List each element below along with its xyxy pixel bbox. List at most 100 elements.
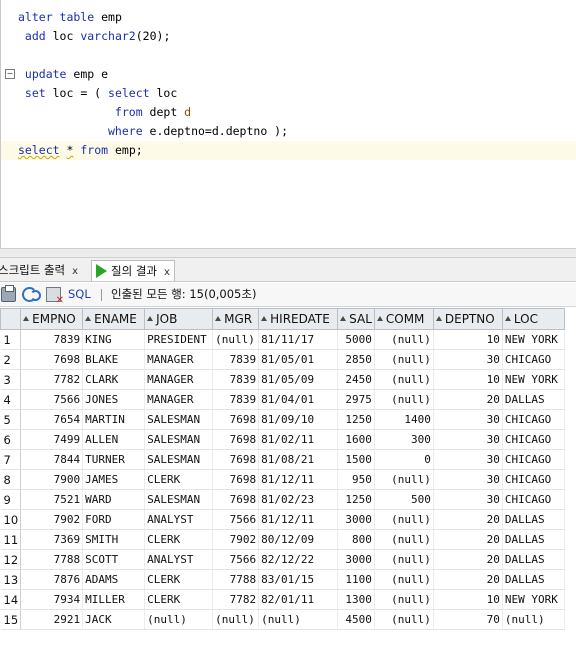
cell-deptno[interactable]: 10 (433, 329, 503, 350)
cell-job[interactable]: (null) (144, 609, 214, 630)
cell-deptno[interactable]: 30 (433, 349, 503, 370)
cell-job[interactable]: SALESMAN (144, 409, 214, 430)
row-number[interactable]: 15 (0, 609, 22, 630)
cell-hiredate[interactable]: 81/12/11 (258, 469, 339, 490)
cell-job[interactable]: MANAGER (144, 369, 214, 390)
cell-mgr[interactable]: 7788 (212, 569, 260, 590)
cell-ename[interactable]: BLAKE (82, 349, 146, 370)
cell-deptno[interactable]: 20 (433, 569, 503, 590)
table-row[interactable]: 1 7839 KING PRESIDENT (null) 81/11/17 5000 (nul… (0, 329, 565, 350)
cell-comm[interactable]: (null) (374, 369, 434, 390)
table-row[interactable]: 2 7698 BLAKE MANAGER 7839 81/05/01 2850 (null) 3… (0, 349, 565, 370)
sort-icon[interactable] (147, 316, 154, 321)
column-header-mgr[interactable]: MGR (212, 308, 260, 330)
result-table[interactable]: EMPNO ENAME JOB MGR HIREDATE SAL COMM DEPTNO LOC… (0, 308, 565, 630)
cell-hiredate[interactable]: 81/09/10 (258, 409, 339, 430)
cell-comm[interactable]: (null) (374, 569, 434, 590)
cell-deptno[interactable]: 10 (433, 369, 503, 390)
cell-job[interactable]: CLERK (144, 529, 214, 550)
cell-comm[interactable]: 300 (374, 429, 434, 450)
cell-job[interactable]: ANALYST (144, 509, 214, 530)
cell-deptno[interactable]: 30 (433, 409, 503, 430)
sort-icon[interactable] (23, 316, 30, 321)
cell-mgr[interactable]: 7566 (212, 549, 260, 570)
cell-comm[interactable]: (null) (374, 609, 434, 630)
cell-hiredate[interactable]: 81/08/21 (258, 449, 339, 470)
row-number[interactable]: 8 (0, 469, 22, 490)
cell-job[interactable]: CLERK (144, 469, 214, 490)
cell-comm[interactable]: (null) (374, 389, 434, 410)
cell-empno[interactable]: 2921 (20, 609, 84, 630)
tab-query-result[interactable]: 질의 결과 x (91, 260, 175, 281)
cell-empno[interactable]: 7782 (20, 369, 84, 390)
cell-loc[interactable]: NEW YORK (502, 589, 565, 610)
column-header-empno[interactable]: EMPNO (20, 308, 84, 330)
column-header-loc[interactable]: LOC (501, 308, 565, 330)
cell-mgr[interactable]: 7698 (212, 429, 260, 450)
sort-icon[interactable] (261, 316, 268, 321)
table-row[interactable]: 14 7934 MILLER CLERK 7782 82/01/11 1300 (null) 1… (0, 589, 565, 610)
cell-deptno[interactable]: 70 (433, 609, 503, 630)
cell-hiredate[interactable]: 81/11/17 (258, 329, 339, 350)
column-header-comm[interactable]: COMM (373, 308, 434, 330)
cell-sal[interactable]: 1500 (337, 449, 375, 470)
cell-loc[interactable]: DALLAS (502, 509, 565, 530)
cell-deptno[interactable]: 30 (433, 429, 503, 450)
sql-editor[interactable]: alter table emp add loc varchar2(20); up… (0, 0, 576, 248)
cell-hiredate[interactable]: 81/04/01 (258, 389, 339, 410)
cell-mgr[interactable]: 7566 (212, 509, 260, 530)
cell-comm[interactable]: 0 (374, 449, 434, 470)
cell-deptno[interactable]: 10 (433, 589, 503, 610)
cell-ename[interactable]: MARTIN (82, 409, 146, 430)
column-header-hiredate[interactable]: HIREDATE (258, 308, 339, 330)
cell-loc[interactable]: DALLAS (502, 569, 565, 590)
cell-ename[interactable]: SMITH (82, 529, 146, 550)
column-header-sal[interactable]: SAL (337, 308, 375, 330)
cell-job[interactable]: SALESMAN (144, 489, 214, 510)
cell-comm[interactable]: (null) (374, 329, 434, 350)
cell-comm[interactable]: 500 (374, 489, 434, 510)
tab-script-output[interactable]: 스크립트 출력 x (0, 260, 82, 281)
cell-loc[interactable]: CHICAGO (502, 469, 565, 490)
cell-ename[interactable]: JAMES (82, 469, 146, 490)
code-line[interactable]: add loc varchar2(20); (18, 27, 170, 46)
code-line[interactable]: alter table emp (18, 8, 122, 27)
cell-mgr[interactable]: 7698 (212, 449, 260, 470)
cell-ename[interactable]: JACK (82, 609, 146, 630)
row-number[interactable]: 12 (0, 549, 22, 570)
row-number[interactable]: 3 (0, 369, 22, 390)
cell-sal[interactable]: 800 (337, 529, 375, 550)
table-row[interactable]: 12 7788 SCOTT ANALYST 7566 82/12/22 3000 (null)… (0, 549, 565, 570)
cell-sal[interactable]: 3000 (337, 509, 375, 530)
cell-ename[interactable]: SCOTT (82, 549, 146, 570)
cell-ename[interactable]: JONES (82, 389, 146, 410)
cell-empno[interactable]: 7521 (20, 489, 84, 510)
sort-icon[interactable] (85, 316, 92, 321)
cell-ename[interactable]: ADAMS (82, 569, 146, 590)
cell-ename[interactable]: WARD (82, 489, 146, 510)
cell-comm[interactable]: (null) (374, 349, 434, 370)
cell-job[interactable]: ANALYST (144, 549, 214, 570)
cell-deptno[interactable]: 20 (433, 509, 503, 530)
cell-sal[interactable]: 950 (337, 469, 375, 490)
cell-ename[interactable]: ALLEN (82, 429, 146, 450)
cell-job[interactable]: PRESIDENT (144, 329, 214, 350)
cell-hiredate[interactable]: 83/01/15 (258, 569, 339, 590)
cell-mgr[interactable]: 7839 (212, 349, 260, 370)
sort-icon[interactable] (215, 316, 222, 321)
cell-empno[interactable]: 7902 (20, 509, 84, 530)
cell-hiredate[interactable]: 81/02/11 (258, 429, 339, 450)
cell-empno[interactable]: 7566 (20, 389, 84, 410)
column-header-ename[interactable]: ENAME (82, 308, 146, 330)
cell-loc[interactable]: NEW YORK (502, 329, 565, 350)
cell-deptno[interactable]: 20 (433, 549, 503, 570)
cell-sal[interactable]: 2975 (337, 389, 375, 410)
cell-ename[interactable]: KING (82, 329, 146, 350)
sort-icon[interactable] (504, 316, 511, 321)
cell-deptno[interactable]: 30 (433, 489, 503, 510)
cell-job[interactable]: SALESMAN (144, 449, 214, 470)
row-number[interactable]: 13 (0, 569, 22, 590)
table-row[interactable]: 6 7499 ALLEN SALESMAN 7698 81/02/11 1600 300 30 C… (0, 429, 565, 450)
cell-job[interactable]: MANAGER (144, 389, 214, 410)
code-line[interactable]: from dept d (18, 103, 191, 122)
